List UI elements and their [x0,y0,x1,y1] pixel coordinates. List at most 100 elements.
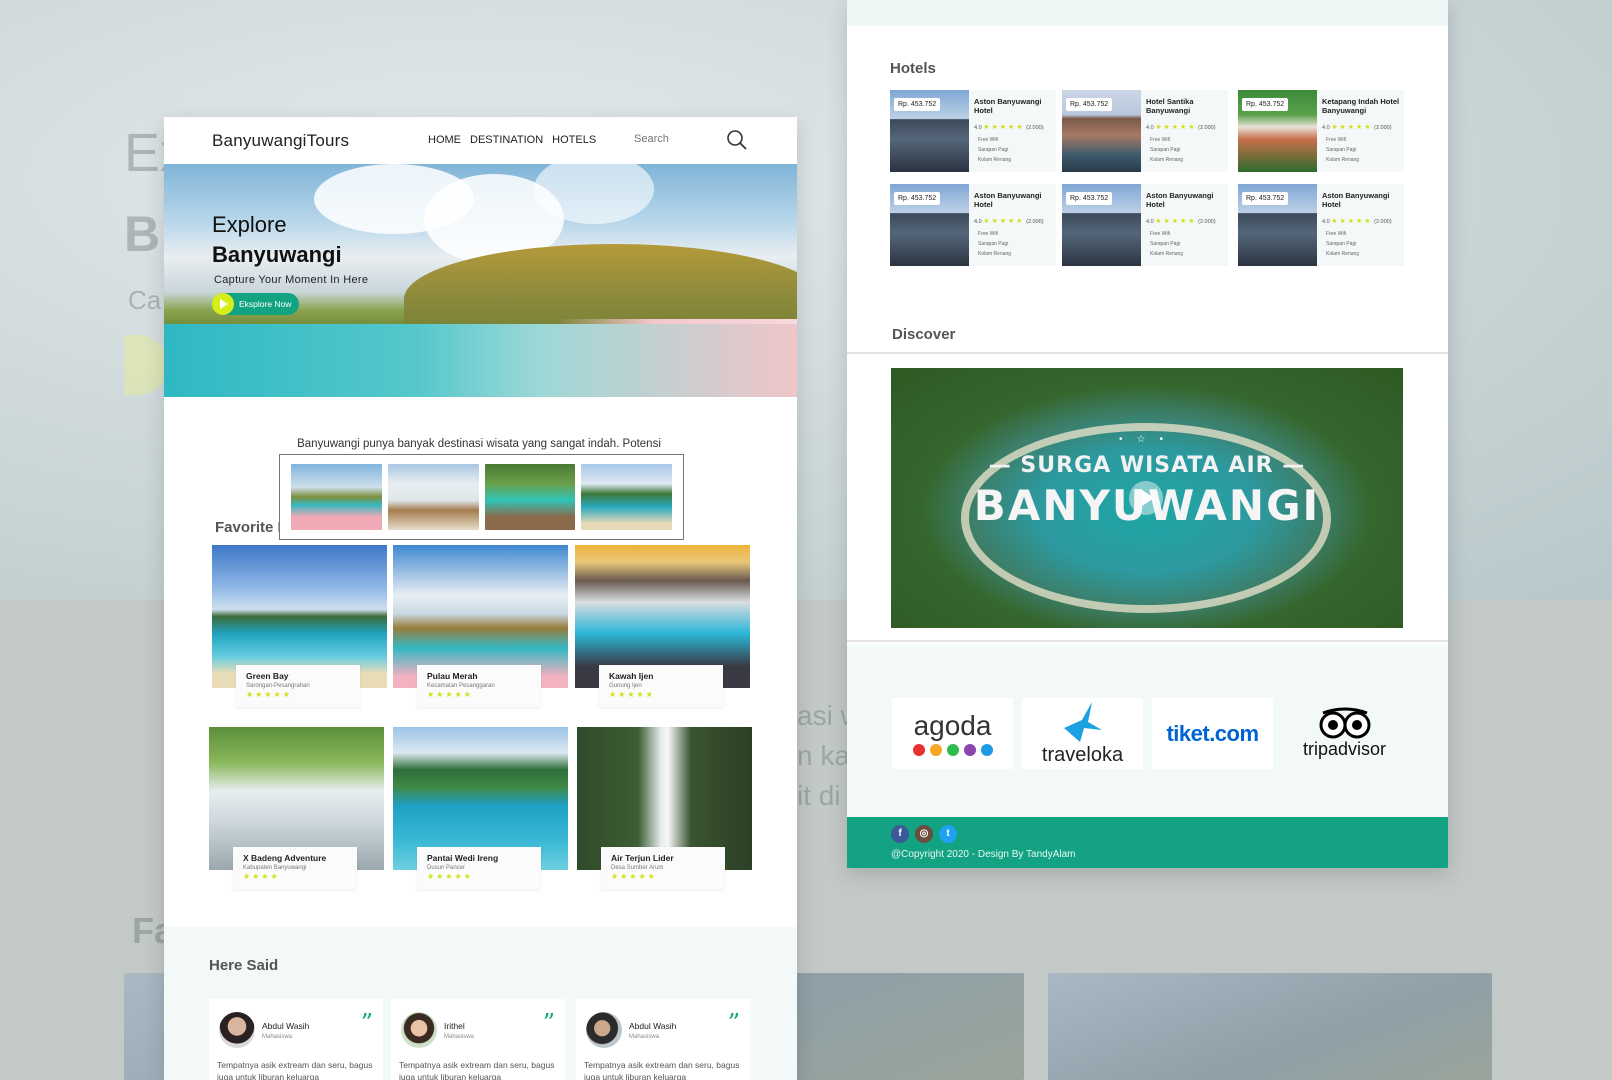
hero-banner: Explore Banyuwangi Capture Your Moment I… [164,164,797,397]
destination-card[interactable]: Pulau Merah Kecamatan Pesanggaran ★★★★★ [393,545,568,707]
top-strip [847,0,1448,26]
navbar: BanyuwangiTours HOME DESTINATION HOTELS [164,117,797,164]
destination-card[interactable]: Air Terjun Lider Desa Sumber Arum ★★★★★ [577,727,752,889]
hotel-name: Hotel Santika Banyuwangi [1146,97,1194,115]
hotel-card[interactable]: Rp. 453.752 Hotel Santika Banyuwangi 4.0… [1062,90,1228,172]
background-ghost-text: it di [797,780,841,811]
destination-info: Pantai Wedi Ireng Dusun Pancer ★★★★★ [417,847,541,889]
avatar [219,1012,255,1048]
divider [847,640,1448,642]
hotel-amenities: Free Wifi Sarapan Pagi Kolam Renang [1150,137,1184,163]
destination-card[interactable]: Kawah Ijen Gunung Ijen ★★★★★ [575,545,750,707]
instagram-icon[interactable]: ◎ [915,825,933,843]
background-ghost-text: B [124,206,161,262]
hotels-page: Hotels Rp. 453.752 Aston Banyuwangi Hote… [847,0,1448,868]
star-rating: ★★★★★ [246,690,292,699]
background-ghost-text: n ka [797,740,850,771]
hotel-price: Rp. 453.752 [1066,98,1113,111]
discover-video[interactable]: •☆• — SURGA WISATA AIR — BANYUWANGI [891,368,1403,628]
destination-location: Kabupaten Banyuwangi [243,865,307,871]
hotel-amenities: Free Wifi Sarapan Pagi Kolam Renang [1326,231,1360,257]
destination-info: Kawah Ijen Gunung Ijen ★★★★★ [599,665,723,707]
search-icon[interactable] [726,129,748,151]
thumbnail-pink-beach[interactable] [291,464,382,530]
hotel-price: Rp. 453.752 [1242,192,1289,205]
hotel-amenities: Free Wifi Sarapan Pagi Kolam Renang [978,137,1012,163]
destination-name: Pulau Merah [427,671,478,681]
hotel-card[interactable]: Rp. 453.752 Aston Banyuwangi Hotel 4.0 ★… [890,184,1056,266]
hotel-name: Aston Banyuwangi Hotel [974,191,1042,209]
testimonial-card: Abdul Wasih Mahasiswa ” Tempatnya asik e… [209,999,383,1080]
explore-now-label: Eksplore Now [239,299,292,309]
star-rating: ★★★★★ [427,872,473,881]
hotel-card[interactable]: Rp. 453.752 Aston Banyuwangi Hotel 4.0 ★… [1238,184,1404,266]
hotel-card[interactable]: Rp. 453.752 Ketapang Indah Hotel Banyuwa… [1238,90,1404,172]
star-rating: ★★★★★ [609,690,655,699]
brand-logo[interactable]: BanyuwangiTours [212,131,349,151]
facebook-icon[interactable]: f [891,825,909,843]
play-icon [212,293,234,315]
hotel-name: Aston Banyuwangi Hotel [1146,191,1214,209]
testimonial-card: Irithel Mahasiswa ” Tempatnya asik extre… [391,999,565,1080]
hotel-price: Rp. 453.752 [1242,98,1289,111]
hotel-card[interactable]: Rp. 453.752 Aston Banyuwangi Hotel 4.0 ★… [890,90,1056,172]
destination-name: Kawah Ijen [609,671,654,681]
destination-card[interactable]: Green Bay Sarongan-Pesangrahan ★★★★★ [212,545,387,707]
hero-title-banyuwangi: Banyuwangi [212,242,342,267]
hotel-rating: 4.0 ★★★★★ (2.000) [974,218,1044,225]
thumbnail-ijen-crater[interactable] [484,464,576,530]
traveloka-wordmark: traveloka [1041,744,1124,766]
testimonial-role: Mahasiswa [629,1034,660,1040]
hotel-amenities: Free Wifi Sarapan Pagi Kolam Renang [978,231,1012,257]
testimonial-role: Mahasiswa [262,1034,293,1040]
destination-location: Sarongan-Pesangrahan [246,683,310,689]
destination-card[interactable]: Pantai Wedi Ireng Dusun Pancer ★★★★★ [393,727,568,889]
hotel-card[interactable]: Rp. 453.752 Aston Banyuwangi Hotel 4.0 ★… [1062,184,1228,266]
testimonial-text: Tempatnya asik extream dan seru, bagus j… [399,1060,555,1080]
hotel-rating: 4.0 ★★★★★ (2.000) [1322,218,1392,225]
hotel-rating: 4.0 ★★★★★ (2.000) [1322,124,1392,131]
background-image [1048,973,1492,1080]
divider [847,352,1448,354]
thumbnail-wedi-ireng-sign[interactable] [387,464,479,530]
agoda-dots-icon [912,743,993,756]
partner-tiket[interactable]: tiket.com [1152,698,1273,769]
destination-location: Gunung Ijen [609,683,642,689]
partner-traveloka[interactable]: traveloka [1022,698,1143,769]
partner-agoda[interactable]: agoda [892,698,1013,769]
destination-card[interactable]: X Badeng Adventure Kabupaten Banyuwangi … [209,727,384,889]
hotel-amenities: Free Wifi Sarapan Pagi Kolam Renang [1326,137,1360,163]
explore-now-button[interactable]: Eksplore Now [212,293,300,315]
twitter-icon[interactable]: t [939,825,957,843]
video-play-button[interactable] [1129,481,1163,515]
destination-location: Kecamatan Pesanggaran [427,683,495,689]
destination-name: X Badeng Adventure [243,853,327,863]
destination-info: X Badeng Adventure Kabupaten Banyuwangi … [233,847,357,889]
hotel-rating: 4.0 ★★★★★ (2.000) [1146,124,1216,131]
tripadvisor-wordmark: tripadvisor [1302,739,1387,759]
tiket-wordmark: tiket.com [1166,720,1259,746]
traveloka-bird-icon [1063,702,1102,742]
hotel-name: Aston Banyuwangi Hotel [1322,191,1390,209]
discover-title: Discover [892,326,956,343]
nav-link-destination[interactable]: DESTINATION [470,134,543,146]
hotel-name: Ketapang Indah Hotel Banyuwangi [1322,97,1400,115]
avatar [401,1012,437,1048]
star-rating: ★★★★★ [611,872,657,881]
background-ghost-text: Ca [128,285,162,315]
hotel-amenities: Free Wifi Sarapan Pagi Kolam Renang [1150,231,1184,257]
search-input[interactable] [634,133,704,145]
hotel-price: Rp. 453.752 [1066,192,1113,205]
destination-info: Green Bay Sarongan-Pesangrahan ★★★★★ [236,665,360,707]
agoda-wordmark: agoda [913,709,992,741]
hero-thumbnail-strip [279,454,684,540]
destination-name: Pantai Wedi Ireng [427,853,499,863]
partner-tripadvisor[interactable]: tripadvisor [1284,698,1405,769]
nav-link-home[interactable]: HOME [428,134,461,146]
quote-icon: ” [727,1009,740,1037]
nav-link-hotels[interactable]: HOTELS [552,134,596,146]
landing-page: BanyuwangiTours HOME DESTINATION HOTELS … [164,117,797,1080]
thumbnail-green-bay[interactable] [581,464,672,530]
testimonial-text: Tempatnya asik extream dan seru, bagus j… [584,1060,740,1080]
testimonial-name: Abdul Wasih [262,1021,310,1031]
